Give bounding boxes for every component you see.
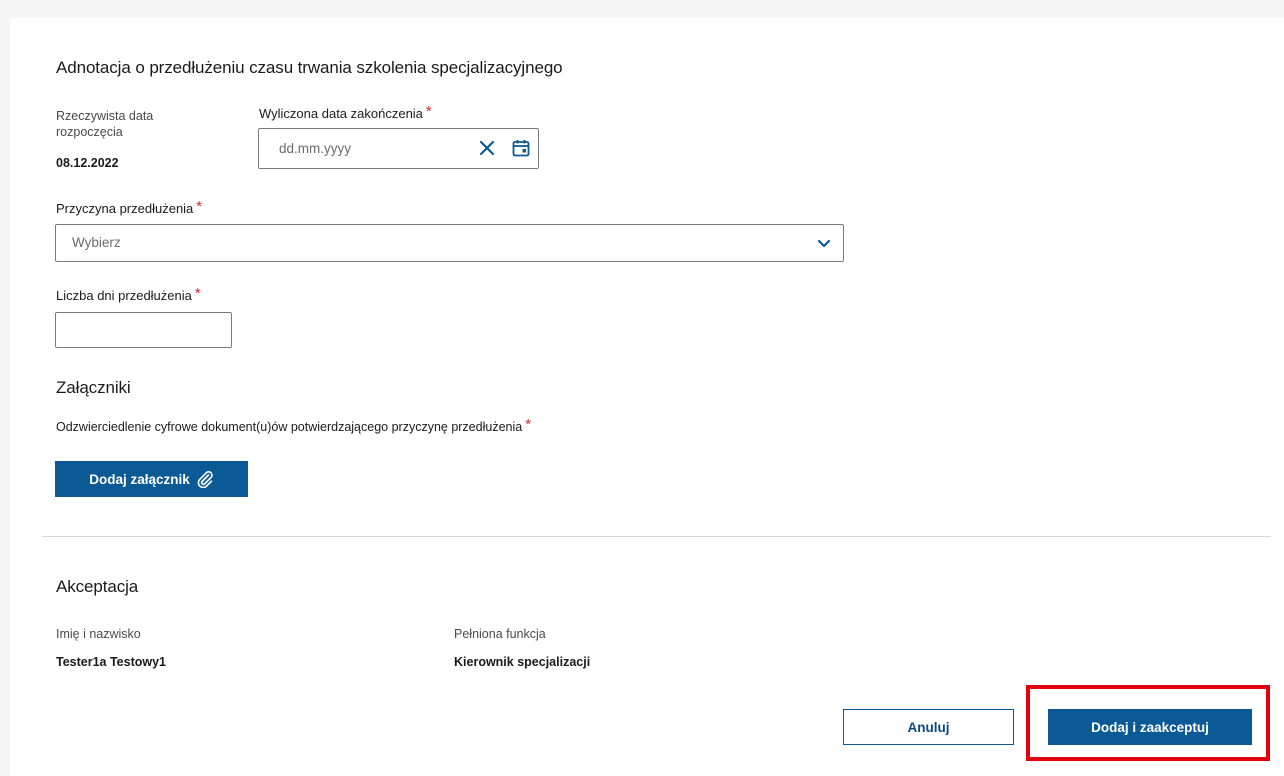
submit-accept-button[interactable]: Dodaj i zaakceptuj: [1048, 709, 1252, 745]
required-mark: *: [196, 198, 203, 215]
start-date-label-line1: Rzeczywista data: [56, 109, 154, 123]
function-value: Kierownik specjalizacji: [454, 655, 591, 669]
chevron-down-icon: [816, 235, 832, 256]
start-date-value: 08.12.2022: [56, 156, 119, 170]
section-divider: [42, 536, 1271, 537]
section-title-acceptance: Akceptacja: [56, 577, 139, 596]
section-title-attachments: Załączniki: [56, 378, 131, 397]
reason-select[interactable]: Wybierz: [55, 224, 844, 262]
calendar-icon[interactable]: [511, 138, 531, 163]
add-attachment-button[interactable]: Dodaj załącznik: [55, 461, 248, 497]
section-title-extension: Adnotacja o przedłużeniu czasu trwania s…: [56, 58, 563, 77]
name-label: Imię i nazwisko: [56, 627, 141, 641]
end-date-placeholder: dd.mm.yyyy: [279, 141, 352, 156]
attachments-description-text: Odzwierciedlenie cyfrowe dokument(u)ów p…: [56, 420, 523, 434]
form-card: [10, 18, 1284, 776]
end-date-field[interactable]: dd.mm.yyyy: [258, 128, 539, 169]
paperclip-icon: [196, 470, 214, 488]
reason-selected-value: Wybierz: [72, 235, 121, 250]
name-value: Tester1a Testowy1: [56, 655, 167, 669]
reason-label-text: Przyczyna przedłużenia: [56, 201, 194, 216]
end-date-label: Wyliczona data zakończenia *: [259, 103, 432, 122]
add-attachment-label: Dodaj załącznik: [89, 471, 190, 487]
attachments-description: Odzwierciedlenie cyfrowe dokument(u)ów p…: [56, 416, 532, 435]
days-label: Liczba dni przedłużenia *: [56, 285, 201, 304]
cancel-button[interactable]: Anuluj: [843, 709, 1014, 745]
required-mark: *: [425, 103, 432, 120]
required-mark: *: [194, 285, 201, 302]
start-date-label: Rzeczywista data rozpoczęcia: [56, 108, 153, 140]
reason-label: Przyczyna przedłużenia *: [56, 198, 203, 217]
end-date-label-text: Wyliczona data zakończenia: [259, 106, 423, 121]
required-mark: *: [525, 416, 532, 433]
days-label-text: Liczba dni przedłużenia: [56, 288, 192, 303]
function-label: Pełniona funkcja: [454, 627, 546, 641]
close-icon[interactable]: [477, 138, 497, 163]
start-date-label-line2: rozpoczęcia: [56, 125, 123, 139]
days-input[interactable]: [55, 312, 232, 348]
